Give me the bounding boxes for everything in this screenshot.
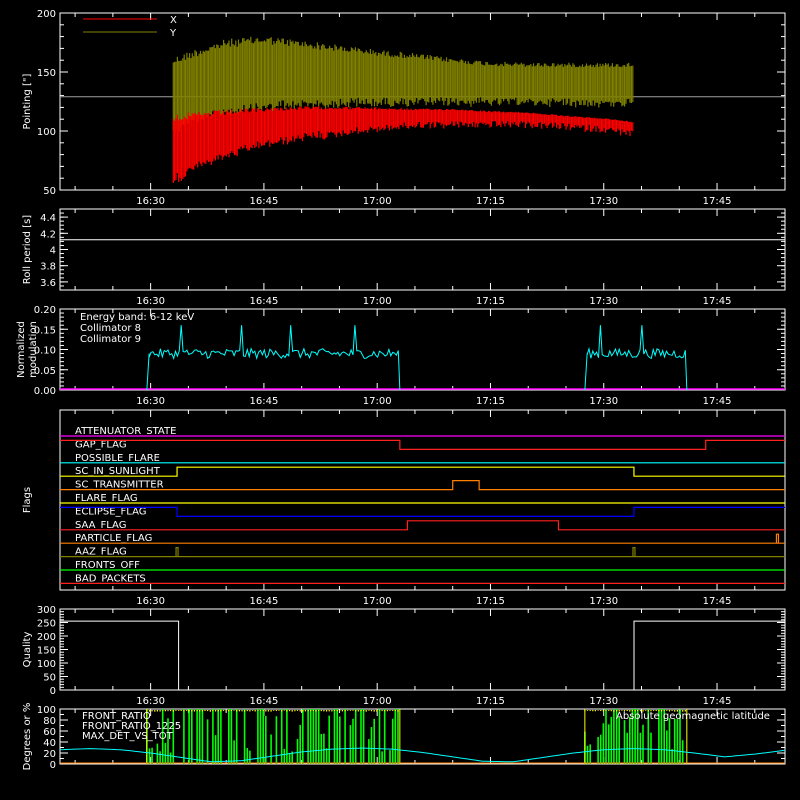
flags-ylabel: Flags [22,487,33,513]
pointing-ytick-label: 100 [37,127,56,138]
flag-sc-transmitter-label: SC_TRANSMITTER [75,480,164,491]
modulation-ylabel: modulation [28,321,39,378]
roll-period-ytick-label: 3.6 [40,278,56,289]
modulation-xtick-label: 17:30 [589,396,618,407]
geomagnetic-ytick-label: 0 [50,760,56,771]
flag-sc-in-sunlight-label: SC_IN_SUNLIGHT [75,466,161,477]
flag-fronts-off-label: FRONTS_OFF [75,560,140,571]
quality-xtick-label: 17:00 [363,696,392,707]
pointing-xtick-label: 17:00 [363,196,392,207]
geomagnetic-ytick-label: 40 [43,738,56,749]
roll-period-xtick-label: 16:30 [136,296,165,307]
modulation-xtick-label: 16:45 [249,396,278,407]
roll-period-ylabel: Roll period [s] [22,215,33,284]
modulation-ylabel: Normalized [16,321,27,378]
flag-aaz-flag-label: AAZ_FLAG [75,547,127,558]
flag-bad-packets-label: BAD_PACKETS [75,573,146,584]
quality-ytick-label: 0 [50,686,56,697]
geomagnetic-ylabel: Degrees or % [22,703,33,771]
geomagnetic-legend-label: MAX_DET_VS_TOT [82,731,174,742]
quality-ylabel: Quality [22,632,33,668]
pointing-legend-label: Y [169,28,177,39]
pointing-ytick-label: 50 [43,186,56,197]
modulation-xtick-label: 17:00 [363,396,392,407]
geomagnetic-ytick-label: 80 [43,716,56,727]
geomagnetic-ytick-label: 20 [43,749,56,760]
geomagnetic-latitude-label: Absolute geomagnetic latitude [616,711,770,722]
flag-flare-flag-label: FLARE_FLAG [75,493,138,504]
flags-xtick-label: 17:00 [363,596,392,607]
flag-attenuator-state-label: ATTENUATOR_STATE [75,426,176,437]
flag-eclipse-flag-label: ECLIPSE_FLAG [75,506,146,517]
pointing-xtick-label: 17:30 [589,196,618,207]
flag-gap-flag-label: GAP_FLAG [75,439,127,450]
geomagnetic-ytick-label: 60 [43,727,56,738]
roll-period-ytick-label: 4.2 [40,229,56,240]
flags-xtick-label: 16:45 [249,596,278,607]
pointing-xtick-label: 16:30 [136,196,165,207]
modulation-xtick-label: 16:30 [136,396,165,407]
modulation-ytick-label: 0.20 [34,305,56,316]
quality-ytick-label: 250 [37,619,56,630]
quality-ytick-label: 200 [37,632,56,643]
quality-ytick-label: 300 [37,605,56,616]
quicklook-figure: 50100150200Pointing ["]16:30 16:45 17:00 17… [0,0,800,800]
roll-period-xtick-label: 17:45 [703,296,732,307]
quality-xtick-label: 17:45 [703,696,732,707]
pointing-xtick-label: 17:45 [703,196,732,207]
pointing-ytick-label: 200 [37,9,56,20]
quality-ytick-label: 50 [43,673,56,684]
pointing-legend-label: X [170,15,177,26]
roll-period-xtick-label: 17:15 [476,296,505,307]
quality-xtick-label: 16:45 [249,696,278,707]
quality-ytick-label: 150 [37,646,56,657]
modulation-legend-label: Collimator 8 [80,323,141,334]
modulation-xtick-label: 17:15 [476,396,505,407]
roll-period-ytick-label: 4 [50,246,56,257]
flags-xtick-label: 17:15 [476,596,505,607]
pointing-xtick-label: 16:45 [249,196,278,207]
pointing-xtick-label: 17:15 [476,196,505,207]
flags-xtick-label: 16:30 [136,596,165,607]
quality-ytick-label: 100 [37,659,56,670]
pointing-ylabel: Pointing ["] [22,73,33,129]
pointing-ytick-label: 150 [37,68,56,79]
geomagnetic-ytick-label: 100 [37,705,56,716]
modulation-legend-label: Energy band: 6-12 keV [80,312,194,323]
flag-particle-flag-label: PARTICLE_FLAG [75,533,152,544]
roll-period-xtick-label: 16:45 [249,296,278,307]
quality-xtick-label: 16:30 [136,696,165,707]
quality-xtick-label: 17:30 [589,696,618,707]
flags-xtick-label: 17:45 [703,596,732,607]
modulation-ytick-label: 0.00 [34,386,56,397]
flag-possible-flare-label: POSSIBLE_FLARE [75,453,160,464]
flag-saa-flag-label: SAA_FLAG [75,520,126,531]
roll-period-xtick-label: 17:30 [589,296,618,307]
roll-period-ytick-label: 3.8 [40,262,56,273]
modulation-legend-label: Collimator 9 [80,334,141,345]
flags-xtick-label: 17:30 [589,596,618,607]
roll-period-ytick-label: 4.4 [40,213,56,224]
modulation-xtick-label: 17:45 [703,396,732,407]
quality-xtick-label: 17:15 [476,696,505,707]
roll-period-xtick-label: 17:00 [363,296,392,307]
